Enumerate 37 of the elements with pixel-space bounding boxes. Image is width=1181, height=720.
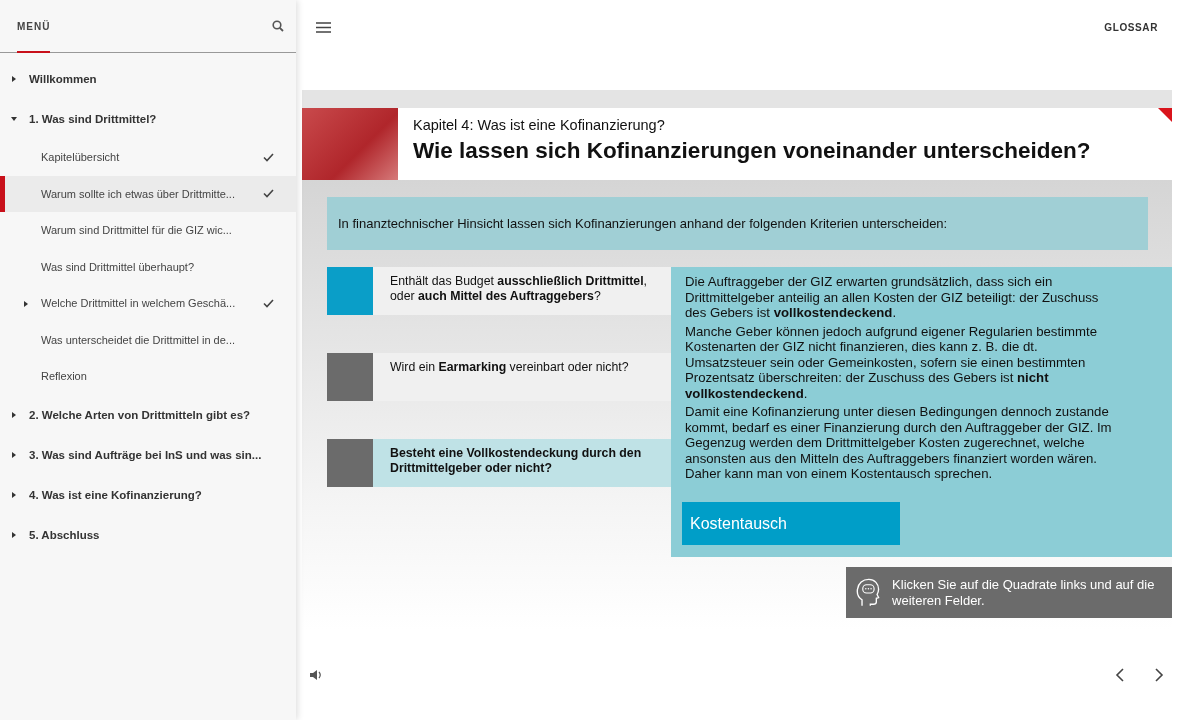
menu-subitem[interactable]: Warum sind Drittmittel für die GIZ wic... xyxy=(0,212,296,249)
criterion-text[interactable]: Enthält das Budget ausschließlich Drittmittel, oder auch Mittel des Auftraggebers? xyxy=(373,267,671,315)
caret-icon xyxy=(11,116,17,122)
menu-subitem[interactable]: Warum sollte ich etwas über Drittmitte... xyxy=(0,175,296,212)
menu-subitem[interactable]: Welche Drittmittel in welchem Geschä... xyxy=(0,285,296,322)
menu-tab[interactable]: MENÜ xyxy=(17,0,51,53)
menu-item[interactable]: 5. Abschluss xyxy=(0,514,296,555)
intro-text: In finanztechnischer Hinsicht lassen sich Kofinanzierungen anhand der folgenden Kriterien unterscheiden: xyxy=(327,197,1148,250)
menu-item[interactable]: 4. Was ist eine Kofinanzierung? xyxy=(0,474,296,515)
detail-paragraph: Manche Geber können jedoch aufgrund eigener Regularien bestimmte Kostenarten der GIZ nicht finanzieren, dies kann z. B. die dt. Umsatzsteuer sein oder Gemeinkosten, sofern sie einen bestimmten Prozentsatz überschreiten: der Zuschuss des Gebers ist nicht vollkostendeckend. xyxy=(685,323,1098,401)
criterion-text[interactable]: Wird ein Earmarking vereinbart oder nicht? xyxy=(373,353,671,401)
caret-icon xyxy=(11,451,17,458)
detail-paragraph: Damit eine Kofinanzierung unter diesen Bedingungen dennoch zustande kommt, bedarf es einer Finanzierung durch den Auftraggeber der GIZ. Im Gegenzug werden dem Drittmittelgeber Kosten zugerechnet, welche ansonsten aus den Mitteln des Auftraggebers finanziert worden wären. Daher kann man von einem Kostentausch sprechen. xyxy=(685,404,1113,482)
caret-icon xyxy=(11,491,17,498)
glossary-link[interactable]: GLOSSAR xyxy=(1104,22,1158,33)
hint-text: Klicken Sie auf die Quadrate links und auf die weiteren Felder. xyxy=(892,577,1156,608)
previous-icon[interactable] xyxy=(1115,668,1124,682)
caret-icon xyxy=(11,531,17,538)
caret-icon xyxy=(11,76,17,82)
menu-item[interactable]: 3. Was sind Aufträge bei InS und was sin... xyxy=(0,434,296,475)
next-icon[interactable] xyxy=(1155,668,1164,682)
speaker-icon[interactable] xyxy=(309,669,323,681)
slide-title: Wie lassen sich Kofinanzierungen voneinander unterscheiden? xyxy=(413,138,1091,164)
menu-item[interactable]: 1. Was sind Drittmittel? xyxy=(0,99,296,139)
criterion-text[interactable]: Besteht eine Vollkostendeckung durch den Drittmittelgeber oder nicht? xyxy=(373,439,671,487)
search-icon[interactable] xyxy=(272,20,284,32)
menu-subitem[interactable]: Kapitelübersicht xyxy=(0,139,296,176)
chapter-label: Kapitel 4: Was ist eine Kofinanzierung? xyxy=(413,117,666,133)
menu-subitem[interactable]: Was unterscheidet die Drittmittel in de... xyxy=(0,321,296,358)
menu-subitem[interactable]: Reflexion xyxy=(0,358,296,395)
corner-marker xyxy=(1158,108,1172,122)
menu-subitem[interactable]: Was sind Drittmittel überhaupt? xyxy=(0,248,296,285)
detail-paragraph: Die Auftraggeber der GIZ erwarten grundsätzlich, dass sich ein Drittmittelgeber anteilig an allen Kosten der GIZ beteiligt: der Zuschuss des Gebers ist vollkostendeckend. xyxy=(685,274,1100,321)
menu-item[interactable]: Willkommen xyxy=(0,59,296,99)
menu-item[interactable]: 2. Welche Arten von Drittmitteln gibt es? xyxy=(0,394,296,435)
menu-icon[interactable] xyxy=(316,22,331,33)
caret-icon xyxy=(11,411,17,418)
